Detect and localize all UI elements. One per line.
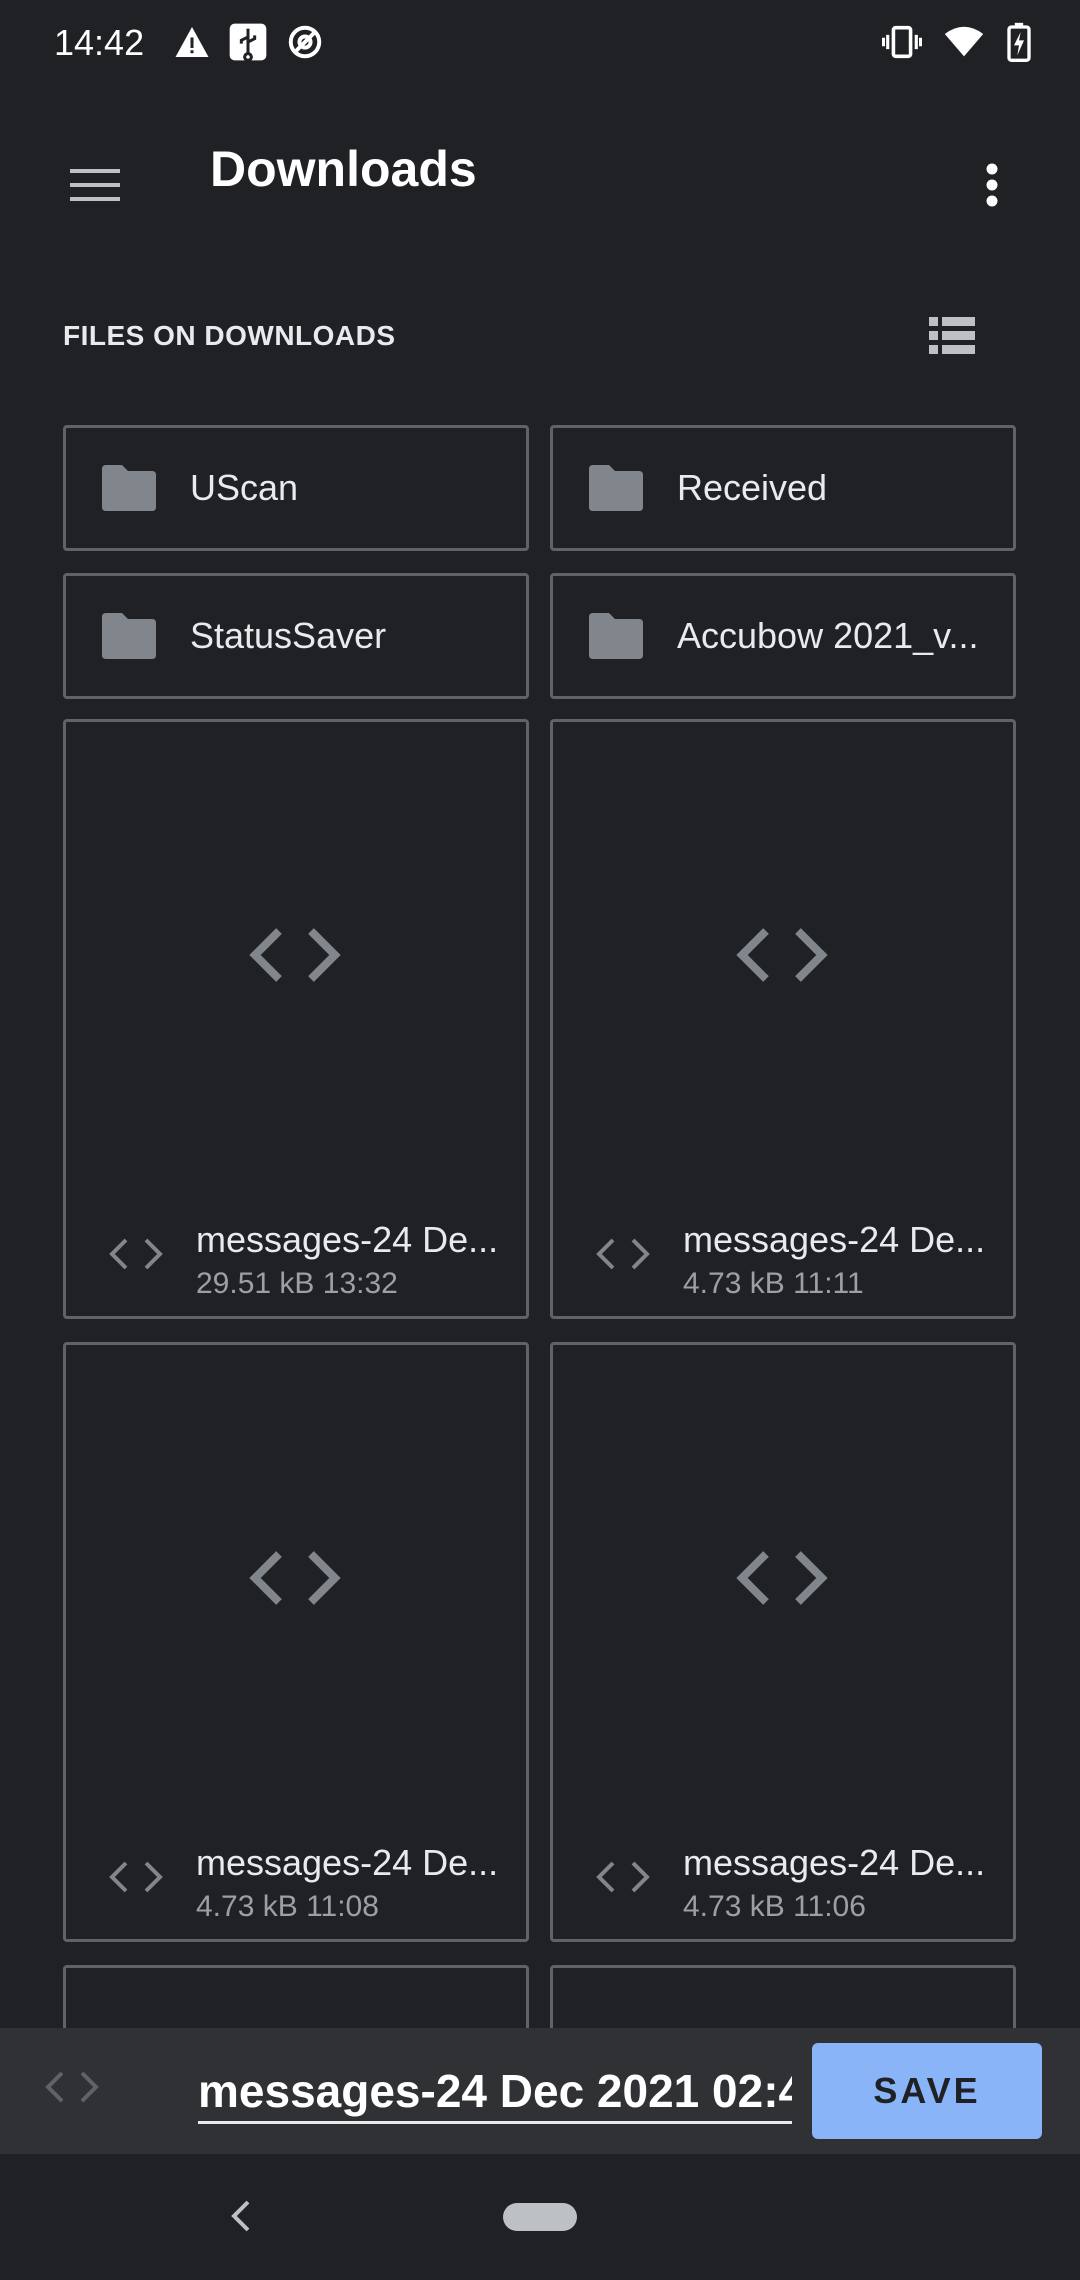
status-icons-right [882, 22, 1032, 62]
warning-icon [175, 27, 209, 57]
folder-tile[interactable]: Received [550, 425, 1016, 551]
page-title: Downloads [210, 141, 477, 197]
folder-name: UScan [190, 467, 299, 508]
folder-icon [102, 465, 156, 511]
file-meta: 4.73 kB 11:06 [683, 1890, 866, 1923]
folder-tile[interactable]: StatusSaver [63, 573, 529, 699]
file-tile[interactable]: messages-24 De... 4.73 kB 11:08 [63, 1342, 529, 1942]
battery-charging-icon [1007, 22, 1031, 62]
code-file-icon [249, 928, 341, 982]
file-name: messages-24 De... [683, 1842, 986, 1883]
file-name: messages-24 De... [683, 1219, 986, 1260]
folder-name: Received [677, 467, 828, 508]
filename-input[interactable] [198, 2060, 792, 2124]
nav-back-icon[interactable] [226, 2196, 254, 2236]
folder-icon [589, 465, 643, 511]
file-meta: 4.73 kB 11:08 [196, 1890, 379, 1923]
code-file-icon [736, 928, 828, 982]
section-label: FILES ON DOWNLOADS [63, 320, 396, 351]
folder-icon [589, 613, 643, 659]
wifi-icon [944, 26, 984, 57]
more-vert-icon [986, 163, 998, 207]
code-file-icon [249, 1551, 341, 1605]
hamburger-menu-icon [70, 169, 120, 201]
vibrate-icon [882, 25, 922, 59]
usb-icon [229, 23, 267, 62]
save-button[interactable]: SAVE [812, 2043, 1042, 2139]
code-type-icon [109, 1861, 163, 1893]
status-icons-left [174, 22, 324, 62]
code-file-icon [736, 1551, 828, 1605]
folder-name: StatusSaver [190, 615, 387, 656]
file-tile[interactable]: messages-24 De... 4.73 kB 11:06 [550, 1342, 1016, 1942]
folder-tile[interactable]: Accubow 2021_v... [550, 573, 1016, 699]
data-saver-icon [288, 25, 322, 59]
view-toggle-button[interactable] [922, 310, 982, 362]
status-time: 14:42 [54, 22, 145, 63]
code-type-icon [596, 1238, 650, 1270]
file-tile[interactable]: messages-24 De... 4.73 kB 11:11 [550, 719, 1016, 1319]
file-name: messages-24 De... [196, 1219, 499, 1260]
folder-icon [102, 613, 156, 659]
nav-home-pill[interactable] [503, 2203, 577, 2231]
file-name: messages-24 De... [196, 1842, 499, 1883]
list-view-icon [929, 317, 975, 354]
file-meta: 29.51 kB 13:32 [196, 1267, 398, 1300]
folder-tile[interactable]: UScan [63, 425, 529, 551]
code-type-icon [45, 2071, 99, 2103]
file-tile[interactable]: messages-24 De... 29.51 kB 13:32 [63, 719, 529, 1319]
file-meta: 4.73 kB 11:11 [683, 1267, 864, 1300]
folder-name: Accubow 2021_v... [677, 615, 979, 656]
menu-button[interactable] [60, 150, 130, 220]
code-type-icon [109, 1238, 163, 1270]
more-options-button[interactable] [952, 145, 1032, 225]
code-type-icon [596, 1861, 650, 1893]
